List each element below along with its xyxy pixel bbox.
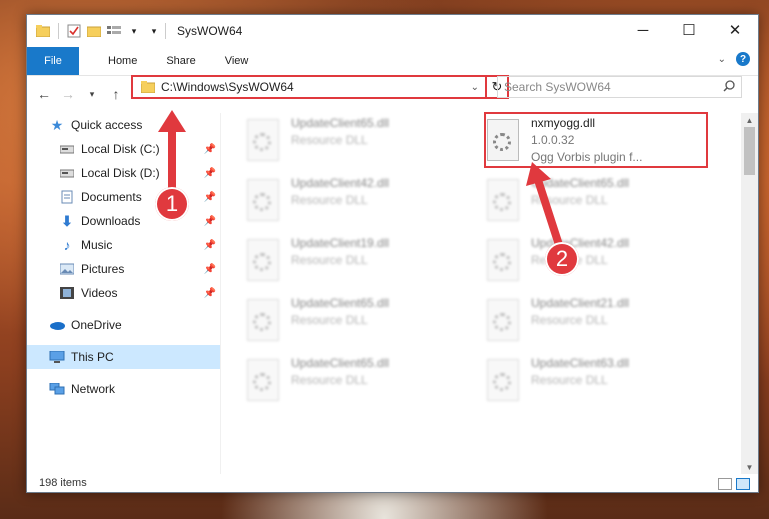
sidebar-item-pictures[interactable]: Pictures 📌 xyxy=(27,257,220,281)
dll-file-icon xyxy=(247,359,279,401)
tab-share[interactable]: Share xyxy=(166,55,195,67)
music-icon: ♪ xyxy=(63,237,71,253)
file-item[interactable]: UpdateClient42.dllResource DLL xyxy=(247,175,477,227)
scrollbar-thumb[interactable] xyxy=(744,127,755,175)
sidebar-item-this-pc[interactable]: This PC xyxy=(27,345,220,369)
file-item[interactable]: UpdateClient19.dll Resource DLL xyxy=(247,235,477,287)
pin-icon[interactable]: 📌 xyxy=(204,216,216,227)
file-item[interactable]: UpdateClient65.dll Resource DLL xyxy=(247,295,477,347)
back-button[interactable]: ← xyxy=(33,83,55,105)
properties-icon[interactable] xyxy=(66,23,82,39)
onedrive-icon xyxy=(49,317,65,333)
vertical-scrollbar[interactable]: ▲ ▼ xyxy=(741,113,758,474)
title-bar: ▾ ▾ SysWOW64 ─ ☐ ✕ xyxy=(27,15,758,47)
step-badge-2: 2 xyxy=(545,242,579,276)
network-icon xyxy=(49,381,65,397)
recent-locations-button[interactable]: ▾ xyxy=(81,83,103,105)
scroll-down-icon[interactable]: ▼ xyxy=(741,460,758,474)
search-icon xyxy=(723,79,735,95)
address-bar[interactable]: C:\Windows\SysWOW64 ⌄ xyxy=(131,75,487,99)
dll-file-icon xyxy=(247,239,279,281)
scroll-up-icon[interactable]: ▲ xyxy=(741,113,758,127)
sidebar-item-onedrive[interactable]: OneDrive xyxy=(27,313,220,337)
up-button[interactable]: ↑ xyxy=(105,83,127,105)
maximize-button[interactable]: ☐ xyxy=(666,15,712,45)
file-item[interactable]: UpdateClient65.dll Resource DLL xyxy=(487,175,717,227)
explorer-window: ▾ ▾ SysWOW64 ─ ☐ ✕ File Home Share View … xyxy=(26,14,759,493)
sidebar-item-documents[interactable]: Documents 📌 xyxy=(27,185,220,209)
qat-dropdown-icon[interactable]: ▾ xyxy=(146,23,162,39)
star-icon: ★ xyxy=(50,116,64,133)
minimize-button[interactable]: ─ xyxy=(620,15,666,45)
sidebar-item-videos[interactable]: Videos 📌 xyxy=(27,281,220,305)
close-button[interactable]: ✕ xyxy=(712,15,758,45)
ribbon: File Home Share View ⌄ ? xyxy=(27,47,758,76)
dll-file-icon xyxy=(487,179,519,221)
file-item[interactable]: UpdateClient42.dllResource DLL xyxy=(487,235,717,287)
navigation-pane: ★ Quick access Local Disk (C:) 📌 Local D… xyxy=(27,113,221,474)
sidebar-item-local-disk-c[interactable]: Local Disk (C:) 📌 xyxy=(27,137,220,161)
dll-file-icon xyxy=(487,359,519,401)
details-view-icon[interactable] xyxy=(718,478,732,490)
pin-icon[interactable]: 📌 xyxy=(204,288,216,299)
dll-file-icon xyxy=(247,179,279,221)
pictures-icon xyxy=(59,261,75,277)
expand-ribbon-icon[interactable]: ⌄ xyxy=(718,54,726,65)
disk-icon xyxy=(59,165,75,181)
window-title: SysWOW64 xyxy=(177,24,243,38)
folder-icon[interactable] xyxy=(35,23,51,39)
pin-icon[interactable]: 📌 xyxy=(204,264,216,275)
file-item[interactable]: UpdateClient21.dll Resource DLL xyxy=(487,295,717,347)
sidebar-item-quick-access[interactable]: ★ Quick access xyxy=(27,113,220,137)
file-item[interactable]: UpdateClient65.dll Resource DLL xyxy=(247,115,477,167)
dll-file-icon xyxy=(487,299,519,341)
tab-file[interactable]: File xyxy=(27,47,79,75)
forward-button[interactable]: → xyxy=(57,83,79,105)
search-input[interactable]: Search SysWOW64 xyxy=(497,76,742,98)
quick-access-toolbar: ▾ ▾ xyxy=(27,23,162,39)
downloads-icon: ⬇ xyxy=(61,212,73,229)
new-folder-icon[interactable] xyxy=(86,23,102,39)
status-bar: 198 items xyxy=(27,474,758,492)
customize-icon[interactable] xyxy=(106,23,122,39)
sidebar-item-local-disk-d[interactable]: Local Disk (D:) 📌 xyxy=(27,161,220,185)
videos-icon xyxy=(59,285,75,301)
sidebar-item-downloads[interactable]: ⬇ Downloads 📌 xyxy=(27,209,220,233)
file-item[interactable]: UpdateClient63.dll Resource DLL xyxy=(487,355,717,407)
tab-view[interactable]: View xyxy=(225,55,249,67)
tiles-view-icon[interactable] xyxy=(736,478,750,490)
help-icon[interactable]: ? xyxy=(736,52,750,66)
folder-icon xyxy=(141,81,155,93)
address-path: C:\Windows\SysWOW64 xyxy=(161,80,294,94)
pc-icon xyxy=(49,349,65,365)
pin-icon[interactable]: 📌 xyxy=(204,144,216,155)
disk-icon xyxy=(59,141,75,157)
pin-icon[interactable]: 📌 xyxy=(204,168,216,179)
pin-icon[interactable]: 📌 xyxy=(204,240,216,251)
item-count: 198 items xyxy=(39,477,87,489)
chevron-down-icon[interactable]: ▾ xyxy=(126,23,142,39)
documents-icon xyxy=(59,189,75,205)
tab-home[interactable]: Home xyxy=(108,55,137,67)
chevron-down-icon[interactable]: ⌄ xyxy=(471,82,479,93)
file-item[interactable]: UpdateClient65.dll Resource DLL xyxy=(247,355,477,407)
dll-file-icon xyxy=(247,119,279,161)
file-highlight-box xyxy=(484,112,708,168)
sidebar-item-music[interactable]: ♪ Music 📌 xyxy=(27,233,220,257)
search-placeholder: Search SysWOW64 xyxy=(504,80,611,94)
pin-icon[interactable]: 📌 xyxy=(204,192,216,203)
dll-file-icon xyxy=(487,239,519,281)
step-badge-1: 1 xyxy=(155,187,189,221)
sidebar-item-network[interactable]: Network xyxy=(27,377,220,401)
dll-file-icon xyxy=(247,299,279,341)
